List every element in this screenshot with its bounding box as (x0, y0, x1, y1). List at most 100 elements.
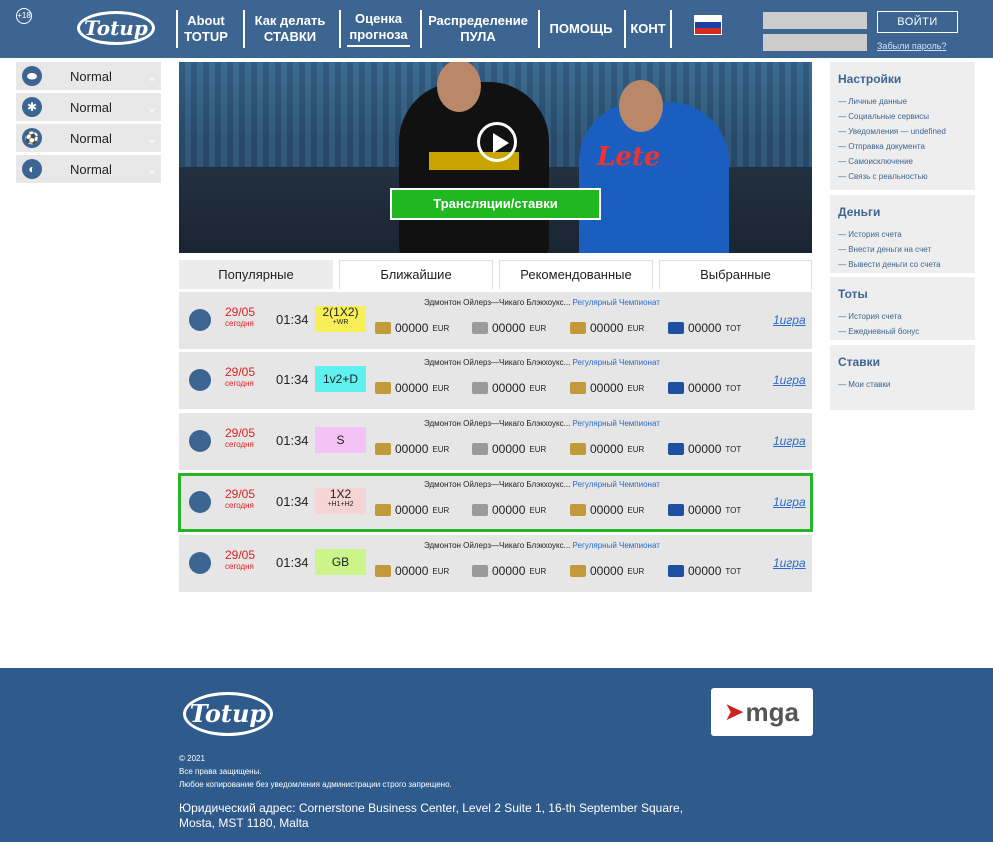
totup-logo[interactable]: Totup (77, 11, 155, 45)
pool-amount: 00000 TOT (668, 564, 741, 578)
menu-item-deposit[interactable]: — Внести деньги на счет (838, 242, 967, 257)
nav-how-to-bet[interactable]: Как делать СТАВКИ (243, 10, 335, 48)
game-link[interactable]: 1игра (773, 373, 806, 387)
sport-filter-basketball[interactable]: ✱ Normal ⌄ (16, 93, 161, 121)
login-field[interactable] (763, 12, 867, 29)
volleyball-icon: ◐ (22, 159, 42, 179)
nav-forecast[interactable]: Оценка прогноза (339, 10, 416, 48)
nav-contacts-label: КОНТ (630, 21, 666, 36)
event-row[interactable]: 29/05 сегодня 01:34 1v2+D Эдмонтон Ойлерз—Чи… (179, 352, 812, 409)
league-link[interactable]: Регулярный Чемпионат (573, 480, 660, 489)
bet-type-badge[interactable]: 1X2 +H1+H2 (315, 488, 366, 514)
bet-type-badge[interactable]: S (315, 427, 366, 453)
bet-type-badge[interactable]: 1v2+D (315, 366, 366, 392)
nav-help[interactable]: ПОМОЩЬ (538, 10, 622, 48)
match-info: Эдмонтон Ойлерз—Чикаго Блэкхоукс... Регу… (424, 358, 660, 367)
rugby-ball-icon (189, 552, 211, 574)
coins-icon (472, 504, 488, 516)
match-info: Эдмонтон Ойлерз—Чикаго Блэкхоукс... Регу… (424, 298, 660, 307)
event-row[interactable]: 29/05 сегодня 01:34 S Эдмонтон Ойлерз—Чикаго… (179, 413, 812, 470)
pool-value: 00000 (688, 442, 722, 456)
game-link[interactable]: 1игра (773, 495, 806, 509)
password-field[interactable] (763, 34, 867, 51)
league-link[interactable]: Регулярный Чемпионат (573, 541, 660, 550)
match-info: Эдмонтон Ойлерз—Чикаго Блэкхоукс... Регу… (424, 419, 660, 428)
nav-help-label: ПОМОЩЬ (549, 21, 613, 36)
play-icon[interactable] (477, 122, 517, 162)
tab-nearest[interactable]: Ближайшие (339, 260, 493, 289)
bet-type-label: S (336, 433, 345, 447)
age-restriction-badge: +18 (16, 8, 32, 24)
hero-banner[interactable]: Lete Трансляции/ставки (179, 62, 812, 253)
tab-popular[interactable]: Популярные (179, 260, 333, 289)
chevron-down-icon[interactable]: ⌄ (143, 68, 161, 85)
top-header: +18 Totup About TOTUP Как делать СТАВКИ … (0, 0, 993, 58)
sport-filter-volleyball[interactable]: ◐ Normal ⌄ (16, 155, 161, 183)
pool-value: 00000 (590, 381, 624, 395)
currency-label: EUR (432, 383, 450, 393)
nav-pool[interactable]: Распределение ПУЛА (420, 10, 534, 48)
coins-icon (668, 382, 684, 394)
menu-item-notifications[interactable]: — Уведомления — undefined (838, 124, 967, 139)
tab-selected[interactable]: Выбранные (659, 260, 812, 289)
bet-type-sub: +WR (332, 319, 349, 326)
menu-item-social-services[interactable]: — Социальные сервисы (838, 109, 967, 124)
menu-item-self-exclusion[interactable]: — Самоисключение (838, 154, 967, 169)
coins-icon (570, 322, 586, 334)
event-time: 01:34 (276, 494, 309, 509)
event-row[interactable]: 29/05 сегодня 01:34 GB Эдмонтон Ойлерз—Чикаг… (179, 535, 812, 592)
sport-filter-soccer[interactable]: ⚽ Normal ⌄ (16, 124, 161, 152)
mga-logo[interactable]: ➤ mga (711, 688, 813, 736)
pool-amount: 00000 EUR (570, 381, 644, 395)
rugby-ball-icon: ⬬ (22, 66, 42, 86)
menu-item-tots-history[interactable]: — История счета (838, 309, 967, 324)
chevron-down-icon[interactable]: ⌄ (143, 99, 161, 116)
event-time: 01:34 (276, 312, 309, 327)
pool-amount: 00000 EUR (472, 503, 546, 517)
menu-item-account-history[interactable]: — История счета (838, 227, 967, 242)
soccer-ball-icon: ⚽ (22, 128, 42, 148)
currency-label: EUR (432, 323, 450, 333)
game-link[interactable]: 1игра (773, 313, 806, 327)
bet-type-sub: +H1+H2 (327, 501, 354, 508)
pool-amount: 00000 EUR (375, 503, 449, 517)
league-link[interactable]: Регулярный Чемпионат (573, 358, 660, 367)
menu-item-withdraw[interactable]: — Вывести деньги со счета (838, 257, 967, 272)
forgot-password-link[interactable]: Забыли пароль? (877, 41, 946, 51)
league-link[interactable]: Регулярный Чемпионат (573, 419, 660, 428)
bet-type-badge[interactable]: 2(1X2) +WR (315, 306, 366, 332)
tab-recommended[interactable]: Рекомендованные (499, 260, 653, 289)
menu-item-daily-bonus[interactable]: — Ежедневный бонус (838, 324, 967, 339)
sport-filter-rugby[interactable]: ⬬ Normal ⌄ (16, 62, 161, 90)
league-link[interactable]: Регулярный Чемпионат (573, 298, 660, 307)
event-date: 29/05 сегодня (225, 487, 256, 510)
nav-forecast-label: Оценка прогноза (347, 11, 410, 47)
pool-amount: 00000 EUR (472, 564, 546, 578)
menu-item-my-bets[interactable]: — Мои ставки (838, 377, 967, 392)
bet-type-badge[interactable]: GB (315, 549, 366, 575)
bet-type-label: 2(1X2) (322, 305, 359, 319)
nav-about[interactable]: About TOTUP (176, 10, 234, 48)
pool-value: 00000 (492, 442, 526, 456)
event-row[interactable]: 29/05 сегодня 01:34 2(1X2) +WR Эдмонтон Ойлер… (179, 292, 812, 349)
coins-icon (472, 443, 488, 455)
chevron-down-icon[interactable]: ⌄ (143, 161, 161, 178)
menu-item-reality-check[interactable]: — Связь с реальностью (838, 169, 967, 184)
streams-bets-button[interactable]: Трансляции/ставки (390, 188, 601, 220)
menu-item-send-document[interactable]: — Отправка документа (838, 139, 967, 154)
menu-item-personal-data[interactable]: — Личные данные (838, 94, 967, 109)
event-row[interactable]: 29/05 сегодня 01:34 1X2 +H1+H2 Эдмонтон Ойлер… (178, 473, 813, 532)
player-head (437, 62, 481, 112)
chevron-down-icon[interactable]: ⌄ (143, 130, 161, 147)
game-link[interactable]: 1игра (773, 434, 806, 448)
match-info: Эдмонтон Ойлерз—Чикаго Блэкхоукс... Регу… (424, 541, 660, 550)
pool-amount: 00000 EUR (375, 381, 449, 395)
coins-icon (472, 322, 488, 334)
login-button[interactable]: ВОЙТИ (877, 11, 958, 33)
russian-flag-icon[interactable] (694, 15, 722, 35)
game-link[interactable]: 1игра (773, 556, 806, 570)
nav-contacts[interactable]: КОНТ (624, 10, 672, 48)
pool-value: 00000 (688, 321, 722, 335)
footer-logo[interactable]: Totup (183, 692, 273, 736)
currency-label: TOT (725, 444, 742, 454)
